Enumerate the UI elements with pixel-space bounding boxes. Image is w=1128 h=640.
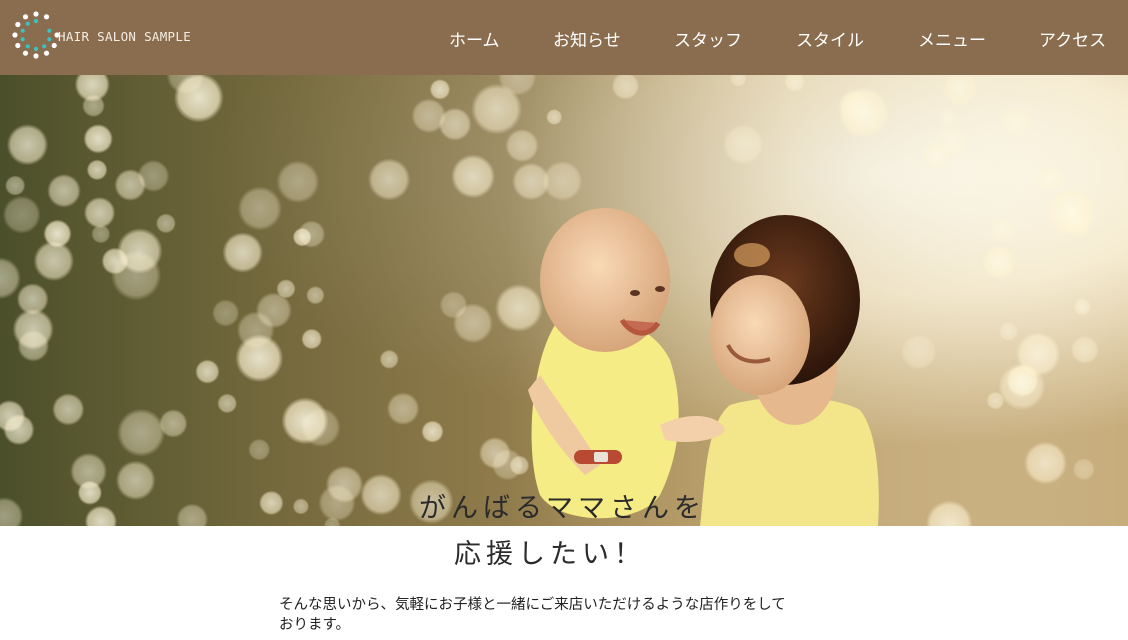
catch-line-2: 応援したい！	[454, 539, 646, 570]
nav-item-style[interactable]: スタイル	[796, 30, 864, 52]
nav-item-staff[interactable]: スタッフ	[674, 30, 742, 52]
nav-item-menu[interactable]: メニュー	[918, 30, 986, 52]
hero-image	[0, 75, 1128, 526]
intro-line-2: おります。	[279, 617, 351, 633]
nav-item-home[interactable]: ホーム	[449, 30, 500, 52]
nav-item-news[interactable]: お知らせ	[553, 30, 621, 52]
logo-icon[interactable]	[10, 8, 62, 62]
intro-text: そんな思いから、気軽にお子様と一緒にご来店いただけるような店作りをして おります…	[279, 595, 859, 635]
catch-line-1: がんばるママさんを	[419, 493, 706, 524]
logo-text[interactable]: HAIR SALON SAMPLE	[58, 29, 191, 44]
intro-line-1: そんな思いから、気軽にお子様と一緒にご来店いただけるような店作りをして	[279, 597, 786, 613]
catch-copy: がんばるママさんを 応援したい！	[0, 486, 1128, 578]
nav-item-access[interactable]: アクセス	[1039, 30, 1106, 52]
site-header: HAIR SALON SAMPLE ホーム お知らせ スタッフ スタイル メニュ…	[0, 0, 1128, 75]
